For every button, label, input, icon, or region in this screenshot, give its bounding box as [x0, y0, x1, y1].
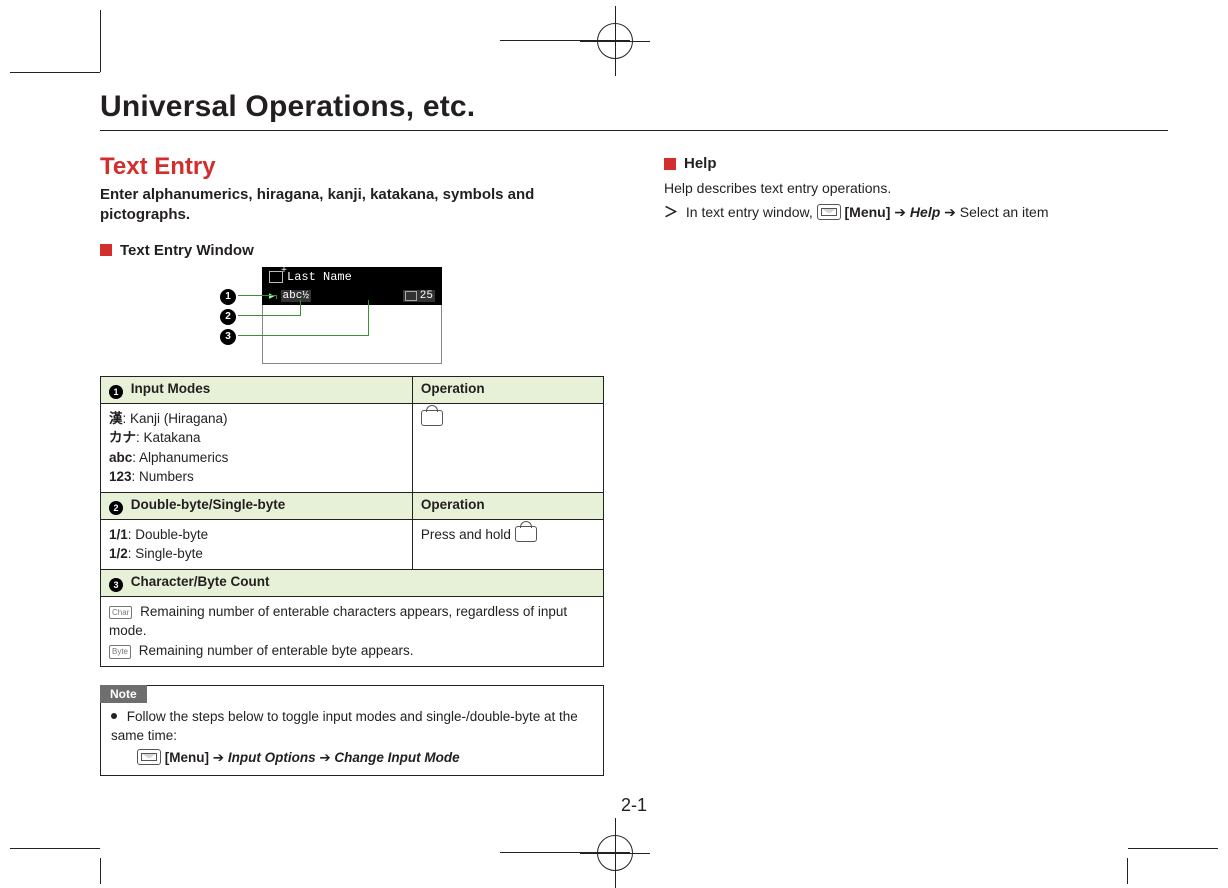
- arrow-icon: ➔: [944, 204, 960, 220]
- arrow-icon: ➔: [213, 750, 228, 765]
- arrow-icon: ➔: [319, 750, 334, 765]
- crop-mark: [1127, 858, 1128, 884]
- arrow-icon: ➔: [894, 204, 910, 220]
- help-step: ＞ In text entry window, [Menu] ➔ Help ➔ …: [664, 202, 1168, 223]
- katakana-label: : Katakana: [136, 430, 201, 445]
- note-menu: [Menu]: [165, 750, 209, 765]
- help-menu: [Menu]: [845, 204, 891, 220]
- leader-line: [238, 315, 300, 316]
- page: Universal Operations, etc. Text Entry En…: [0, 0, 1228, 886]
- leader-line: [238, 295, 276, 296]
- help-step-help: Help: [910, 204, 940, 220]
- abc-label: : Alphanumerics: [132, 450, 228, 465]
- callout-1: 1: [220, 289, 236, 305]
- row2-callout-num: 2: [109, 501, 123, 515]
- crop-mark: [10, 72, 100, 73]
- bullet-icon: [111, 713, 117, 719]
- press-hold-text: Press and hold: [421, 527, 515, 542]
- abc-symbol: abc: [109, 450, 132, 465]
- row1-header-right: Operation: [412, 376, 603, 403]
- mail-key-icon: [137, 749, 161, 765]
- double-byte-label: : Double-byte: [128, 527, 208, 542]
- input-modes-operation: [412, 403, 603, 492]
- note-step-a: Input Options: [228, 750, 316, 765]
- crop-mark: [100, 10, 101, 72]
- note-text: Follow the steps below to toggle input m…: [111, 709, 578, 744]
- single-byte-label: : Single-byte: [128, 546, 203, 561]
- subsection-help: Help: [664, 155, 1168, 172]
- leader-line: [238, 335, 368, 336]
- help-title: Help: [684, 155, 717, 172]
- caret-icon: ▸: [269, 289, 275, 303]
- crop-mark: [1128, 848, 1218, 849]
- help-desc: Help describes text entry operations.: [664, 180, 1168, 196]
- registration-target-icon: [597, 835, 633, 871]
- square-bullet-icon: [100, 244, 112, 256]
- chapter-title: Universal Operations, etc.: [100, 90, 1168, 131]
- callout-2: 2: [220, 309, 236, 325]
- counter-icon: [405, 291, 417, 301]
- char-count-icon: Char: [109, 606, 132, 620]
- section-heading-text-entry: Text Entry: [100, 153, 604, 181]
- leader-line: [276, 295, 277, 299]
- count-value: 25: [420, 290, 433, 302]
- count-line2: Remaining number of enterable byte appea…: [139, 643, 414, 658]
- single-byte-symbol: 1/2: [109, 546, 128, 561]
- count-desc-cell: Char Remaining number of enterable chara…: [101, 596, 604, 666]
- num-symbol: 123: [109, 469, 132, 484]
- crop-mark: [10, 848, 100, 849]
- leader-line: [300, 300, 301, 316]
- row3-callout-num: 3: [109, 578, 123, 592]
- chevron-icon: ＞: [664, 204, 678, 220]
- subsection-title: Text Entry Window: [120, 242, 254, 259]
- note-tab: Note: [100, 685, 147, 703]
- row2-header-right: Operation: [412, 492, 603, 519]
- help-step-prefix: In text entry window,: [686, 204, 817, 220]
- text-entry-window-figure: 1 2 3 Last Name ▸ abc½: [262, 267, 442, 364]
- content-area: Universal Operations, etc. Text Entry En…: [100, 90, 1168, 826]
- count-line1: Remaining number of enterable characters…: [109, 604, 567, 639]
- row1-callout-num: 1: [109, 385, 123, 399]
- input-modes-cell: 漢: Kanji (Hiragana) カナ: Katakana abc: Al…: [101, 403, 413, 492]
- note-box: Note Follow the steps below to toggle in…: [100, 685, 604, 777]
- registration-target-icon: [597, 23, 633, 59]
- kanji-symbol: 漢: [109, 411, 123, 426]
- screenshot-titlebar: Last Name: [262, 267, 442, 287]
- byte-modes-cell: 1/1: Double-byte 1/2: Single-byte: [101, 519, 413, 569]
- crop-mark: [100, 858, 101, 884]
- subsection-text-entry-window: Text Entry Window: [100, 242, 604, 259]
- count-badge: 25: [403, 290, 435, 302]
- mail-key-icon: [817, 204, 841, 220]
- spec-table: 1 Input Modes Operation 漢: Kanji (Hiraga…: [100, 376, 604, 667]
- double-byte-symbol: 1/1: [109, 527, 128, 542]
- screenshot-statusbar: ▸ abc½ 25: [262, 287, 442, 305]
- mode-badge: abc½: [281, 290, 311, 302]
- byte-count-icon: Byte: [109, 645, 131, 659]
- tv-key-icon: [421, 410, 443, 426]
- tv-key-icon: [515, 526, 537, 542]
- num-label: : Numbers: [132, 469, 194, 484]
- lead-text: Enter alphanumerics, hiragana, kanji, ka…: [100, 185, 604, 226]
- leader-line: [368, 300, 369, 336]
- screenshot-title: Last Name: [287, 270, 352, 284]
- card-icon: [269, 271, 283, 283]
- byte-operation-cell: Press and hold: [412, 519, 603, 569]
- left-column: Text Entry Enter alphanumerics, hiragana…: [100, 153, 604, 776]
- row3-header: Character/Byte Count: [131, 574, 270, 589]
- kanji-label: : Kanji (Hiragana): [123, 411, 228, 426]
- page-number: 2-1: [100, 795, 1168, 816]
- katakana-symbol: カナ: [109, 430, 136, 445]
- row1-header-left: Input Modes: [131, 381, 211, 396]
- row2-header-left: Double-byte/Single-byte: [131, 497, 286, 512]
- help-step-tail: Select an item: [960, 204, 1049, 220]
- note-step-b: Change Input Mode: [334, 750, 459, 765]
- square-bullet-icon: [664, 158, 676, 170]
- callout-3: 3: [220, 329, 236, 345]
- right-column: Help Help describes text entry operation…: [664, 153, 1168, 776]
